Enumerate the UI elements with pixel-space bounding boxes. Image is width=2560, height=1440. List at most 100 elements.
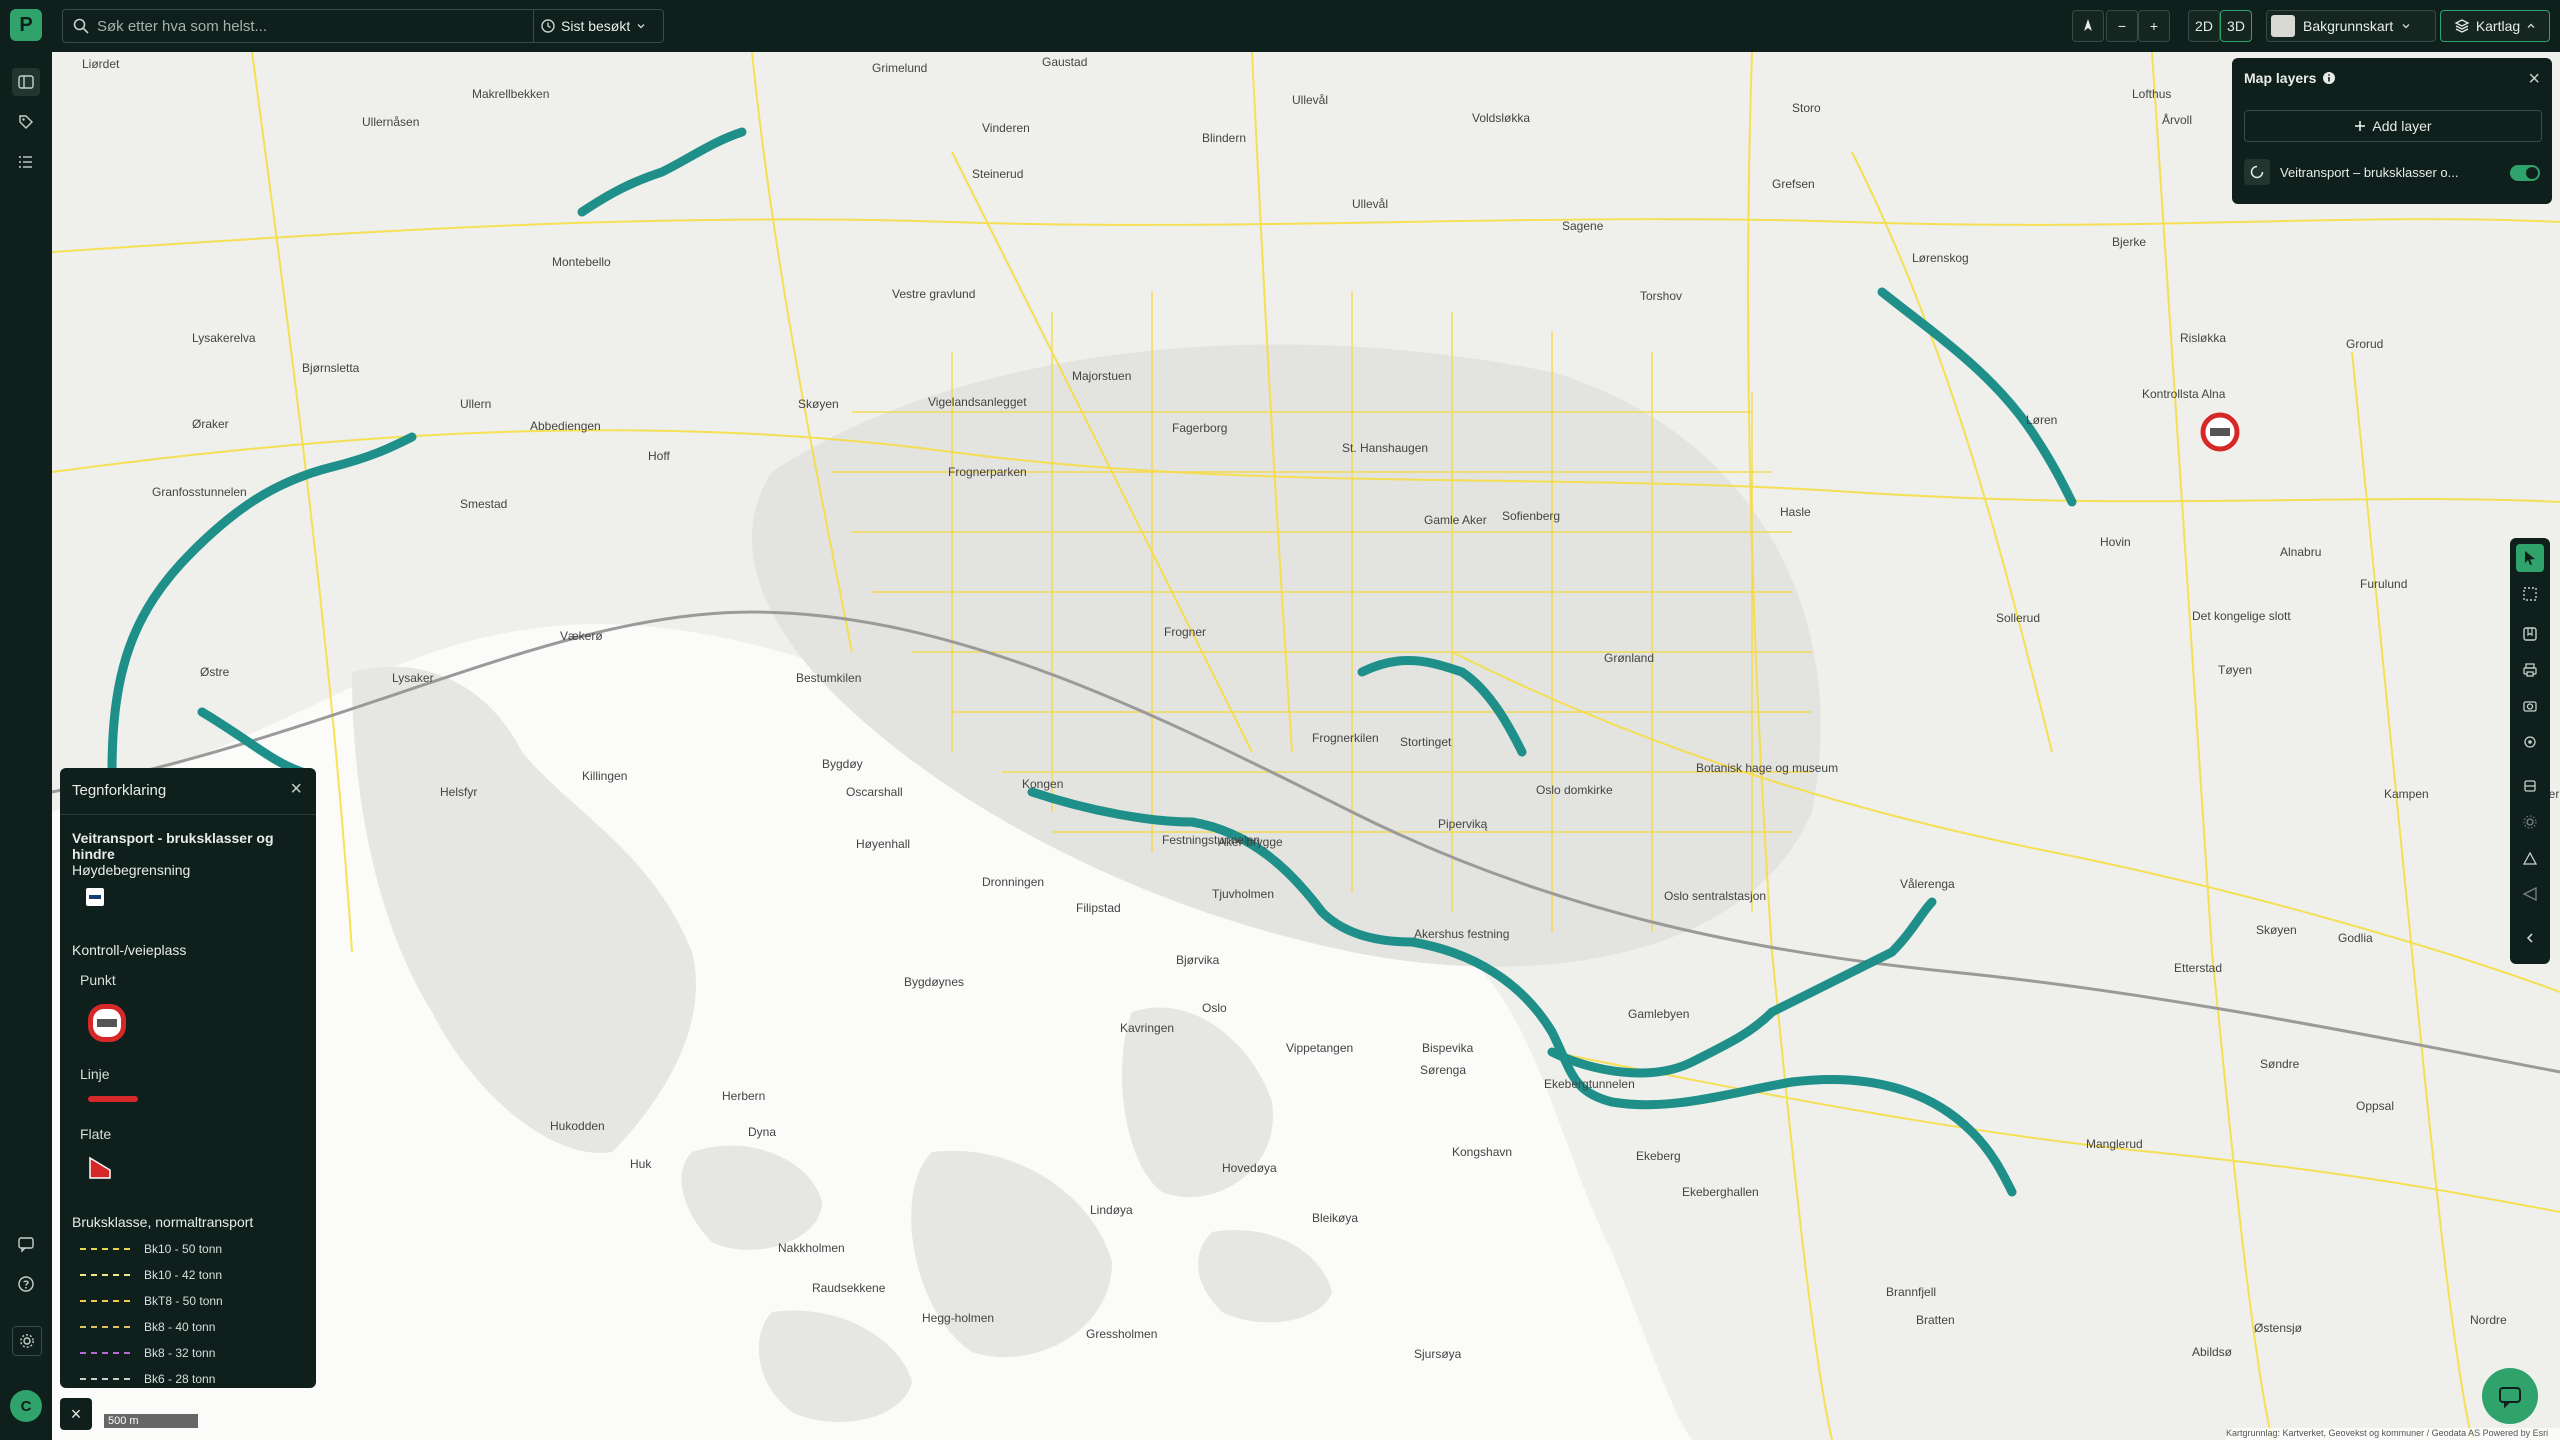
map-label: Lysakerelva [192,331,256,345]
map-label: Steinerud [972,167,1023,181]
layer-visibility-toggle[interactable] [2510,165,2540,181]
compass-button[interactable] [2072,10,2104,42]
zoom-out-button[interactable]: − [2106,10,2138,42]
tag-icon[interactable] [12,108,40,136]
print-icon[interactable] [2516,656,2544,684]
close-legend-button[interactable]: × [60,1398,92,1430]
add-layer-button[interactable]: Add layer [2244,110,2542,142]
map-label: Stortinget [1400,735,1452,749]
map-label: Oslo [1202,1001,1227,1015]
map-label: Ekeberg [1636,1149,1681,1163]
map-label: Piperviką [1438,817,1488,831]
map-label: Hegg-holmen [922,1311,994,1325]
legend-line: Linje [80,1066,110,1082]
map-label: Sofienberg [1502,509,1560,523]
search-box[interactable]: Søk etter hva som helst... Sist besøkt [62,9,664,43]
close-icon[interactable]: × [2528,68,2540,91]
legend-class-label: BkT8 - 50 tonn [144,1294,223,1308]
chevron-down-icon [2401,21,2411,31]
legend-panel: Tegnforklaring × Veitransport - brukskla… [60,768,316,1388]
map-label: Bratten [1916,1313,1955,1327]
map-icon[interactable] [12,68,40,96]
bookmark-icon[interactable] [2516,620,2544,648]
legend-class-row: Bk6 - 28 tonn [80,1372,215,1386]
layers-dropdown[interactable]: Kartlag [2440,10,2550,42]
map-label: Kongen [1022,777,1063,791]
legend-class-label: Bk6 - 28 tonn [144,1372,216,1386]
map-label: Det kongelige slott [2192,609,2291,623]
map-label: Ekebergtunnelen [1544,1077,1635,1091]
map-label: Majorstuen [1072,369,1131,383]
compass-icon [2082,18,2094,34]
settings-icon[interactable] [12,1326,42,1356]
map-label: Frogner [1164,625,1206,639]
map-label: Killingen [582,769,627,783]
map-label: Oppsal [2356,1099,2394,1113]
layers-label: Kartlag [2475,18,2521,34]
layer-row[interactable]: Veitransport – bruksklasser o... [2244,158,2540,186]
measure-icon[interactable] [2516,844,2544,872]
map-canvas[interactable]: Liørdet Grimelund Gaustad Ullevål Voldsl… [52,52,2560,1440]
pointer-tool-icon[interactable] [2516,544,2544,572]
map-label: Bestumkilen [796,671,861,685]
control-area-icon [88,1156,112,1180]
map-label: Skøyen [798,397,839,411]
map-label: Manglerud [2086,1137,2143,1151]
view-2d-button[interactable]: 2D [2188,10,2220,42]
legend-area: Flate [80,1126,112,1142]
map-label: Ullern [460,397,491,411]
map-label: Bispevika [1422,1041,1474,1055]
camera-icon[interactable] [2516,692,2544,720]
map-label: Ekeberghallen [1682,1185,1759,1199]
close-icon[interactable]: × [290,778,302,801]
map-label: Bleikøya [1312,1211,1358,1225]
map-label: St. Hanshaugen [1342,441,1428,455]
chevron-left-icon[interactable] [2516,924,2544,952]
layers-stack-icon[interactable] [2516,772,2544,800]
locate-icon[interactable] [2516,728,2544,756]
map-label: Grimelund [872,61,927,75]
map-label: Bygdøy [822,757,863,771]
control-point-icon [88,1004,126,1042]
dash-swatch [80,1300,130,1302]
user-avatar[interactable]: C [10,1390,42,1422]
help-icon[interactable] [12,1270,40,1298]
map-label: Torshov [1640,289,1682,303]
legend-class-label: Bk8 - 32 tonn [144,1346,216,1360]
map-label: Ullevål [1352,197,1388,211]
search-divider [533,10,534,42]
map-label: Vestre gravlund [892,287,975,301]
chat-icon [2497,1383,2523,1409]
map-label: Sjursøya [1414,1347,1462,1361]
list-icon[interactable] [12,148,40,176]
view-3d-button[interactable]: 3D [2220,10,2252,42]
info-icon[interactable] [2322,71,2336,85]
navigate-icon[interactable] [2516,880,2544,908]
map-label: Storo [1792,101,1821,115]
dash-swatch [80,1352,130,1354]
map-label: Lofthus [2132,87,2171,101]
select-area-icon[interactable] [2516,580,2544,608]
search-input[interactable]: Søk etter hva som helst... [97,18,267,35]
app-logo[interactable]: P [10,9,42,41]
legend-class-row: Bk10 - 42 tonn [80,1268,222,1282]
legend-class-row: Bk10 - 50 tonn [80,1242,222,1256]
map-layers-panel: Map layers × Add layer Veitransport – br… [2232,58,2552,204]
scale-bar: 500 m [104,1414,198,1428]
layer-label: Veitransport – bruksklasser o... [2280,164,2459,180]
chat-button[interactable] [2482,1368,2538,1424]
sun-icon[interactable] [2516,808,2544,836]
background-map-dropdown[interactable]: Bakgrunnskart [2266,10,2436,42]
recent-dropdown[interactable]: Sist besøkt [541,10,646,42]
message-icon[interactable] [12,1230,40,1258]
map-label: Liørdet [82,57,120,71]
background-map-label: Bakgrunnskart [2303,18,2394,34]
zoom-in-button[interactable]: + [2138,10,2170,42]
map-label: Oscarshall [846,785,903,799]
map-label: Furulund [2360,577,2407,591]
map-label: Makrellbekken [472,87,549,101]
map-label: Dyna [748,1125,776,1139]
map-label: Herbern [722,1089,765,1103]
map-label: Bygdøynes [904,975,964,989]
map-label: Aker brygge [1218,835,1283,849]
